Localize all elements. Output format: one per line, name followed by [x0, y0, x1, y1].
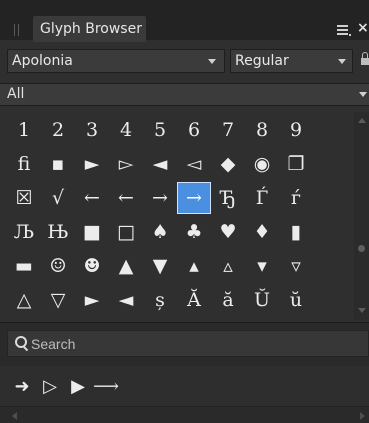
glyph-cell[interactable]: ►: [75, 284, 109, 316]
horizontal-scrollbar[interactable]: [0, 406, 369, 423]
hamburger-menu-icon[interactable]: [337, 24, 351, 38]
recent-glyph-cell[interactable]: ➜: [8, 369, 36, 403]
glyph-cell[interactable]: ←: [75, 182, 109, 214]
glyph-cell[interactable]: ☺: [41, 250, 75, 282]
glyph-cell[interactable]: 4: [109, 114, 143, 146]
glyph-cell[interactable]: ◅: [177, 148, 211, 180]
font-style-dropdown[interactable]: Regular: [230, 49, 353, 73]
lock-icon[interactable]: [361, 52, 369, 66]
glyph-cell[interactable]: Ѓ: [245, 182, 279, 214]
glyph-cell[interactable]: ►: [75, 148, 109, 180]
chevron-down-icon: [338, 59, 346, 64]
glyph-cell[interactable]: ▾: [245, 250, 279, 282]
recent-glyph-cell[interactable]: ▷: [36, 369, 64, 403]
glyph-cell[interactable]: ◆: [211, 148, 245, 180]
panel-tab-bar: Glyph Browser ×: [0, 0, 369, 42]
glyph-cell[interactable]: □: [109, 216, 143, 248]
glyph-browser-panel: Glyph Browser × Apolonia Regular All 123…: [0, 0, 369, 423]
glyph-cell[interactable]: ﬁ: [7, 148, 41, 180]
glyph-cell[interactable]: ■: [75, 216, 109, 248]
glyph-cell[interactable]: ▪: [41, 148, 75, 180]
chevron-down-icon: [208, 59, 216, 64]
glyph-cell[interactable]: 6: [177, 114, 211, 146]
glyph-cell[interactable]: √: [41, 182, 75, 214]
glyph-cell[interactable]: ☻: [75, 250, 109, 282]
recent-glyphs-row: ➜ ▷ ▶ ⟶: [0, 366, 369, 406]
glyph-cell[interactable]: 7: [211, 114, 245, 146]
glyph-cell[interactable]: ◄: [143, 148, 177, 180]
glyph-cell[interactable]: Ă: [177, 284, 211, 316]
glyph-cell[interactable]: 9: [279, 114, 313, 146]
glyph-cell[interactable]: ▼: [143, 250, 177, 282]
glyph-cell[interactable]: ▽: [41, 284, 75, 316]
glyph-cell[interactable]: ѓ: [279, 182, 313, 214]
scrollbar-thumb[interactable]: [358, 245, 365, 252]
glyph-cell[interactable]: ←: [109, 182, 143, 214]
glyph-cell[interactable]: ♦: [245, 216, 279, 248]
glyph-cell[interactable]: ă: [211, 284, 245, 316]
font-family-value: Apolonia: [12, 53, 73, 69]
glyph-cell[interactable]: 1: [7, 114, 41, 146]
scroll-right-arrow-icon[interactable]: [360, 412, 365, 420]
glyph-filter-value: All: [7, 86, 25, 102]
glyph-cell[interactable]: ♥: [211, 216, 245, 248]
vertical-scrollbar[interactable]: [354, 112, 369, 320]
search-input[interactable]: [31, 331, 351, 356]
scroll-up-arrow-icon[interactable]: [358, 118, 366, 123]
glyph-cell[interactable]: ▿: [279, 250, 313, 282]
glyph-cell[interactable]: ▵: [211, 250, 245, 282]
glyph-cell[interactable]: ♠: [143, 216, 177, 248]
font-style-value: Regular: [235, 53, 289, 69]
glyph-cell[interactable]: 3: [75, 114, 109, 146]
font-family-dropdown[interactable]: Apolonia: [7, 49, 225, 73]
glyph-cell[interactable]: →: [177, 182, 211, 214]
glyph-cell[interactable]: Њ: [41, 216, 75, 248]
panel-grip-handle[interactable]: [14, 24, 20, 36]
chevron-down-icon: [359, 92, 367, 97]
glyph-cell[interactable]: ♣: [177, 216, 211, 248]
glyph-cell[interactable]: △: [7, 284, 41, 316]
search-icon: [15, 336, 29, 352]
glyph-cell[interactable]: 2: [41, 114, 75, 146]
glyph-cell[interactable]: ▮: [279, 216, 313, 248]
glyph-cell[interactable]: Ŭ: [245, 284, 279, 316]
glyph-cell[interactable]: 5: [143, 114, 177, 146]
scroll-down-arrow-icon[interactable]: [358, 308, 366, 313]
glyph-cell[interactable]: ▻: [109, 148, 143, 180]
glyph-cell[interactable]: ☒: [7, 182, 41, 214]
glyph-cell[interactable]: 8: [245, 114, 279, 146]
glyph-cell[interactable]: Ђ: [211, 182, 245, 214]
tab-glyph-browser[interactable]: Glyph Browser: [33, 16, 146, 42]
glyph-cell[interactable]: ș: [143, 284, 177, 316]
glyph-cell[interactable]: ▲: [109, 250, 143, 282]
glyph-cell[interactable]: ŭ: [279, 284, 313, 316]
recent-glyph-cell[interactable]: ▶: [64, 369, 92, 403]
recent-glyph-cell[interactable]: ⟶: [92, 369, 120, 403]
glyph-cell[interactable]: ◉: [245, 148, 279, 180]
glyph-grid: 1 2 3 4 5 6 7 8 9 ﬁ ▪ ► ▻ ◄ ◅ ◆ ◉ ❐ ☒ √ ← ← → → Ђ Ѓѓ Љ Њ ■ □ ♠ ♣ ♥ ♦ ▮ ▬ ☺ ☻ ▲…: [6, 114, 346, 318]
glyph-cell[interactable]: ▬: [7, 250, 41, 282]
glyph-cell[interactable]: →: [143, 182, 177, 214]
scroll-left-arrow-icon[interactable]: [12, 412, 17, 420]
close-icon[interactable]: ×: [357, 20, 369, 36]
glyph-filter-dropdown[interactable]: All: [0, 83, 369, 106]
glyph-cell[interactable]: ▴: [177, 250, 211, 282]
glyph-cell[interactable]: ◄: [109, 284, 143, 316]
glyph-cell[interactable]: Љ: [7, 216, 41, 248]
glyph-cell[interactable]: ❐: [279, 148, 313, 180]
